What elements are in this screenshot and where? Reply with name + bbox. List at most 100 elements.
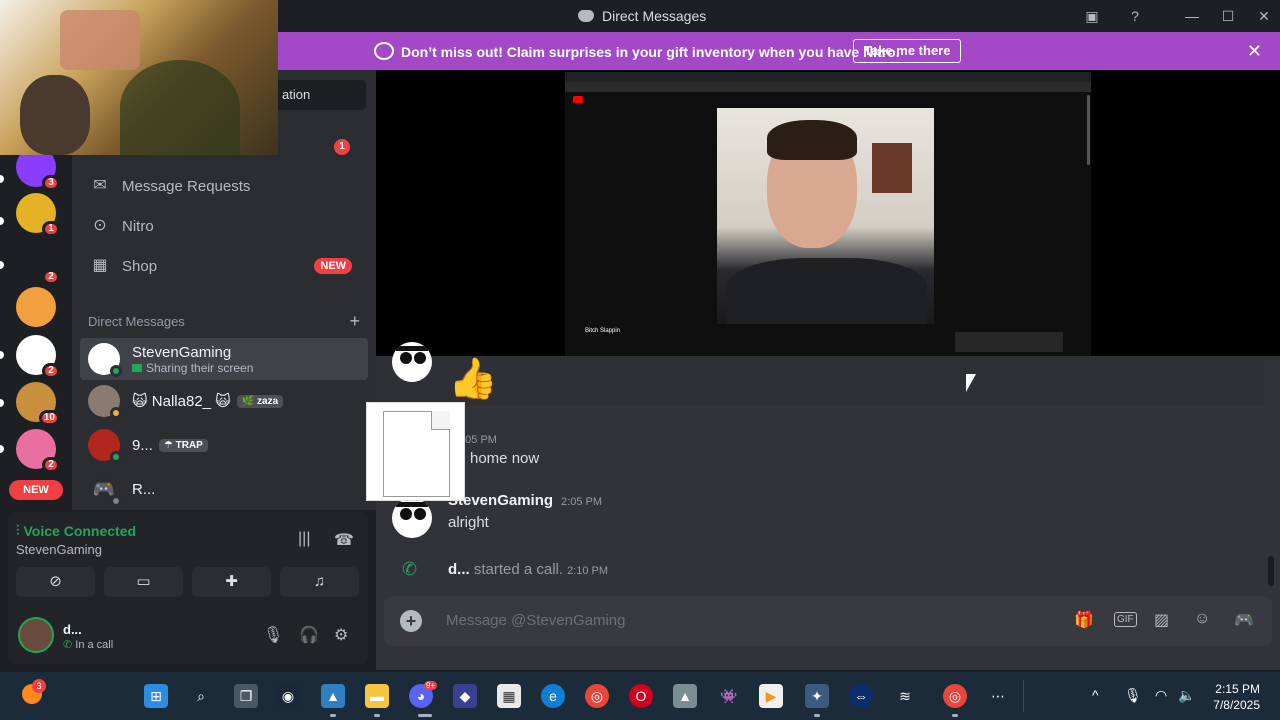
banner-close-icon[interactable]: ✕	[1247, 41, 1262, 62]
phone-icon: ✆	[63, 639, 73, 651]
star-app-icon[interactable]: ✦	[805, 684, 829, 708]
chat-scrollbar[interactable]	[1268, 556, 1274, 586]
chevron-up-icon[interactable]: ^	[1092, 687, 1099, 703]
server-icon[interactable]: 2	[16, 335, 60, 379]
close-window-button[interactable]: ✕	[1253, 6, 1275, 26]
message-avatar[interactable]	[392, 498, 432, 538]
find-conversation-button[interactable]: ation	[278, 80, 366, 110]
call-system-message: d... started a call. 2:10 PM	[448, 561, 608, 578]
server-icon[interactable]: 10	[16, 382, 60, 426]
voice-status-text: Voice Connected	[23, 522, 137, 539]
nav-nitro[interactable]: ⊙ Nitro	[80, 208, 368, 244]
message-avatar[interactable]	[392, 342, 432, 382]
more-apps-icon[interactable]: ⋯	[986, 684, 1010, 708]
nav-message-requests[interactable]: ✉ Message Requests	[80, 168, 368, 204]
message-list: 👍 2:05 PM home now StevenGaming 2:05 PM a…	[376, 342, 1280, 596]
media-player-icon[interactable]: ▶	[759, 684, 783, 708]
chrome-icon[interactable]: ◎	[585, 684, 609, 708]
dm-item-nalla82[interactable]: 🙀 Nalla82_ 🙀 🌿 zaza	[80, 380, 368, 422]
edge-icon[interactable]: e	[541, 684, 565, 708]
file-explorer-icon[interactable]: ▬	[365, 684, 389, 708]
teamviewer-icon[interactable]: ⇔	[849, 684, 873, 708]
gif-icon[interactable]: GIF	[1114, 612, 1137, 627]
steam-icon[interactable]: ◉	[276, 684, 300, 708]
avatar	[88, 343, 122, 377]
headphones-icon[interactable]: 🎧	[299, 625, 319, 645]
message-time: 2:05 PM	[561, 496, 602, 508]
wifi-icon[interactable]: ◠	[1155, 687, 1167, 704]
clock[interactable]: 2:15 PM 7/8/2025	[1213, 681, 1260, 713]
microphone-icon[interactable]: 🎙	[263, 625, 283, 645]
status-indicator	[110, 365, 122, 377]
task-view-icon[interactable]: ❐	[234, 684, 258, 708]
settings-gear-icon[interactable]: ⚙	[334, 625, 348, 645]
share-screen-button[interactable]: ▭	[104, 567, 183, 597]
server-badge: 1	[42, 221, 60, 237]
new-servers-pill[interactable]: NEW	[9, 480, 63, 500]
noise-suppression-icon[interactable]: |||	[298, 530, 310, 548]
gamepad-icon[interactable]: 👾	[717, 684, 741, 708]
dm-header: Direct Messages +	[88, 311, 360, 332]
dm-name: StevenGaming	[132, 343, 232, 361]
nav-shop[interactable]: ▦ Shop NEW	[80, 248, 368, 284]
opera-icon[interactable]: O	[629, 684, 653, 708]
vpn-icon[interactable]: ≋	[893, 684, 917, 708]
server-badge: 3	[42, 175, 60, 191]
app-icon[interactable]: ◆	[453, 684, 477, 708]
unread-pill	[0, 399, 4, 407]
video-scene	[727, 258, 927, 324]
activity-button[interactable]: ✚	[192, 567, 271, 597]
camera-off-button[interactable]: ⊘	[16, 567, 95, 597]
dm-item-r[interactable]: 🎮 R...	[80, 468, 368, 510]
search-icon[interactable]: ⌕	[189, 684, 213, 708]
soundboard-button[interactable]: ♫	[280, 567, 359, 597]
user-status: ✆ In a call	[63, 638, 113, 651]
photos-icon[interactable]: ▲	[321, 684, 345, 708]
message-input[interactable]: Message @StevenGaming	[446, 612, 625, 629]
server-icon[interactable]: 2	[16, 241, 60, 285]
call-time: 2:10 PM	[567, 565, 609, 577]
store-icon[interactable]: ▦	[497, 684, 521, 708]
new-tag: NEW	[314, 258, 352, 274]
dm-item-9[interactable]: 9... ☂ TRAP	[80, 424, 368, 466]
controller-icon: ✚	[225, 573, 238, 590]
server-icon[interactable]	[16, 287, 56, 327]
dm-item-stevengaming[interactable]: StevenGaming Sharing their screen	[80, 338, 368, 380]
nitro-icon	[374, 42, 394, 60]
voice-status[interactable]: ⫶ Voice Connected	[16, 522, 136, 539]
call-user[interactable]: d...	[448, 561, 470, 578]
server-badge: 2	[42, 269, 60, 285]
help-icon[interactable]: ?	[1124, 6, 1146, 26]
server-icon[interactable]: 2	[16, 429, 60, 473]
screen-share-stream[interactable]: Bitch Slappin	[376, 70, 1280, 356]
chrome-profile-icon[interactable]: ◎	[943, 684, 967, 708]
shop-icon: ▦	[92, 257, 108, 274]
gift-icon[interactable]: 🎁	[1074, 610, 1094, 630]
status-indicator	[110, 407, 122, 419]
youtube-header	[565, 94, 1091, 108]
user-avatar[interactable]	[18, 617, 54, 653]
emoji-icon[interactable]: ☺	[1194, 610, 1210, 628]
apps-icon[interactable]: 🎮	[1234, 610, 1254, 630]
start-menu-icon[interactable]: ⊞	[144, 684, 168, 708]
minimize-button[interactable]: —	[1181, 6, 1203, 26]
maximize-button[interactable]: ☐	[1217, 6, 1239, 26]
window-title-text: Direct Messages	[602, 8, 707, 24]
server-icon[interactable]: 1	[16, 193, 60, 237]
screen-share-icon	[132, 363, 142, 372]
unread-pill	[0, 217, 4, 225]
take-me-there-button[interactable]: Take me there	[853, 39, 962, 63]
message-composer: + Message @StevenGaming 🎁 GIF ▨ ☺ 🎮	[384, 596, 1272, 646]
volume-icon[interactable]: 🔈	[1178, 687, 1195, 704]
avatar-detail	[414, 508, 426, 520]
app-icon[interactable]: ▲	[673, 684, 697, 708]
nitro-banner: Don’t miss out! Claim surprises in your …	[278, 32, 1280, 70]
add-attachment-icon[interactable]: +	[400, 610, 422, 632]
clock-date: 7/8/2025	[1213, 698, 1260, 712]
voice-channel[interactable]: StevenGaming	[16, 542, 102, 557]
inbox-icon[interactable]: ▣	[1081, 6, 1103, 26]
disconnect-icon[interactable]: ☎	[334, 530, 354, 550]
create-dm-icon[interactable]: +	[349, 311, 360, 332]
microphone-tray-icon[interactable]: 🎙	[1124, 687, 1142, 704]
sticker-icon[interactable]: ▨	[1154, 610, 1169, 630]
